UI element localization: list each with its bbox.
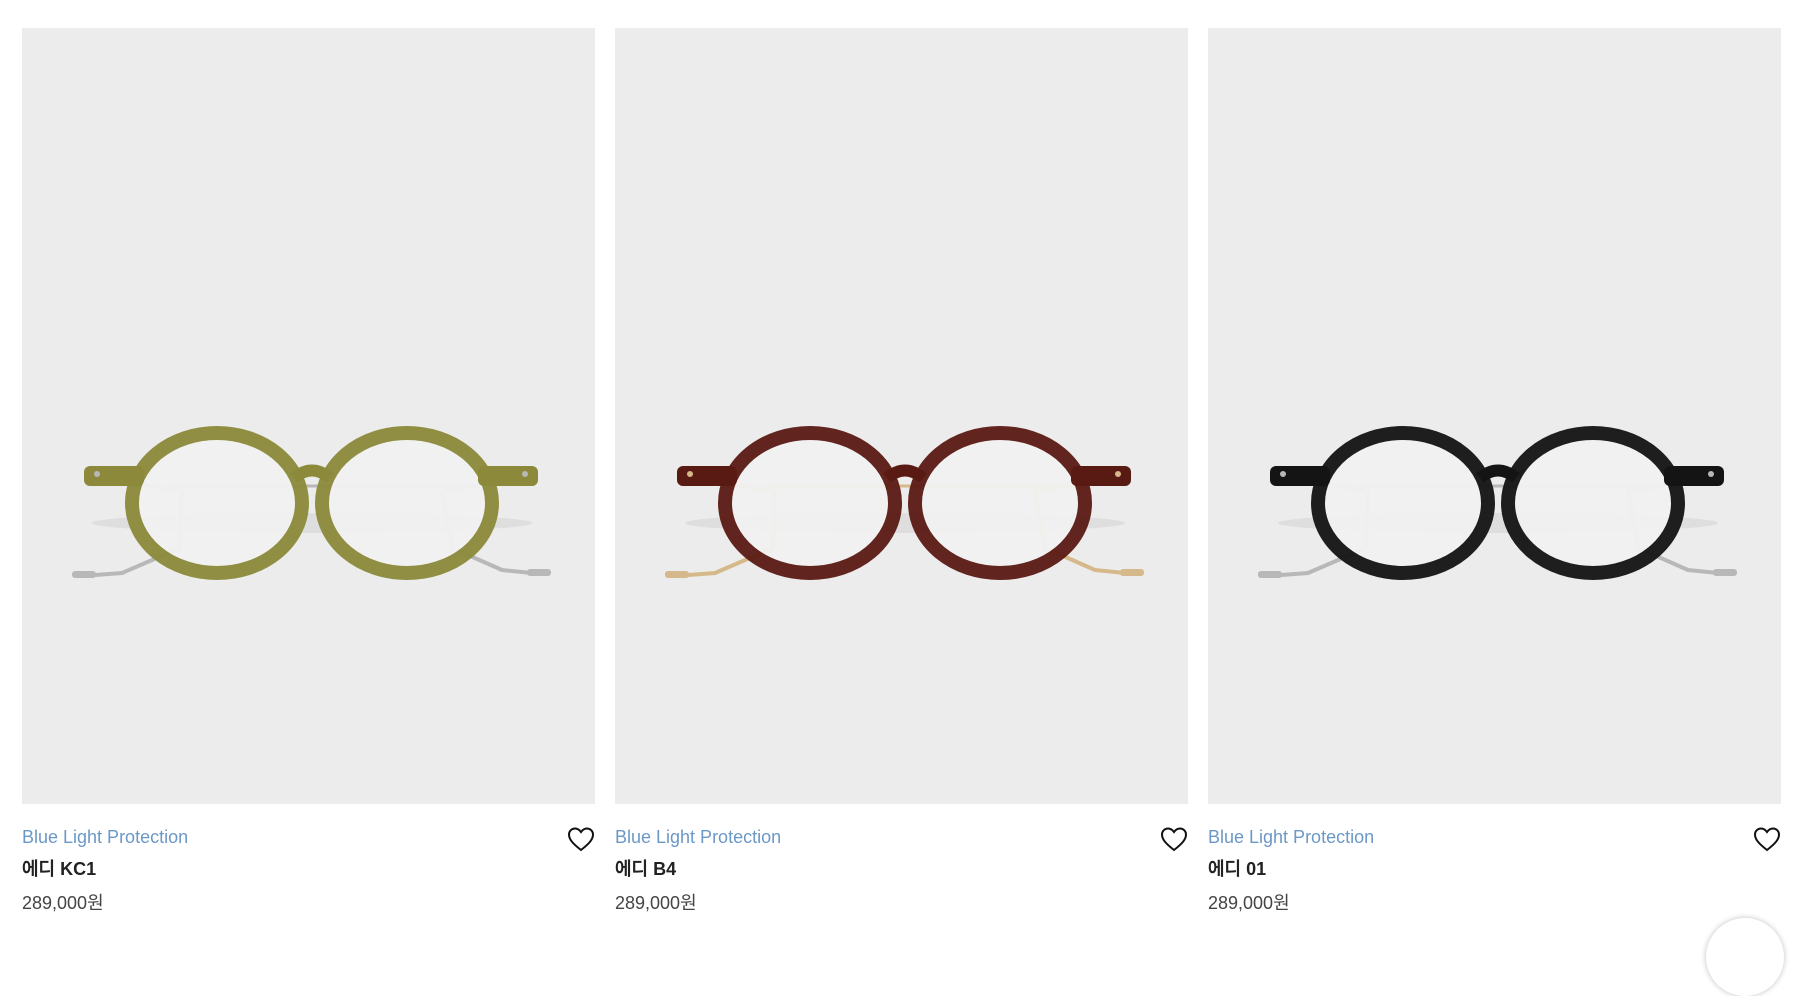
heart-icon[interactable]	[1160, 826, 1188, 852]
product-card[interactable]: Blue Light Protection 에디 B4 289,000원	[615, 28, 1188, 936]
product-name[interactable]: 에디 B4	[615, 858, 1188, 880]
product-card[interactable]: Blue Light Protection 에디 01 289,000원	[1208, 28, 1781, 936]
product-price: 289,000원	[1208, 893, 1290, 913]
eyeglasses-image-icon	[72, 426, 551, 580]
heart-icon[interactable]	[1753, 826, 1781, 852]
product-card[interactable]: Blue Light Protection 에디 KC1 289,000원	[22, 28, 595, 936]
product-info: Blue Light Protection 에디 01 289,000원	[1208, 804, 1781, 936]
heart-icon[interactable]	[567, 826, 595, 852]
product-price: 289,000원	[22, 893, 104, 913]
product-name[interactable]: 에디 KC1	[22, 858, 595, 880]
scroll-top-button[interactable]	[1706, 918, 1784, 996]
product-image[interactable]	[1208, 28, 1781, 804]
eyeglasses-image-icon	[1258, 426, 1737, 580]
product-image[interactable]	[22, 28, 595, 804]
product-tag: Blue Light Protection	[615, 827, 782, 847]
product-grid: Blue Light Protection 에디 KC1 289,000원 Bl…	[22, 28, 1781, 936]
product-info: Blue Light Protection 에디 KC1 289,000원	[22, 804, 595, 936]
product-tag: Blue Light Protection	[22, 827, 189, 847]
product-info: Blue Light Protection 에디 B4 289,000원	[615, 804, 1188, 936]
product-tag: Blue Light Protection	[1208, 827, 1375, 847]
product-price: 289,000원	[615, 893, 697, 913]
eyeglasses-image-icon	[665, 426, 1144, 580]
product-name[interactable]: 에디 01	[1208, 858, 1781, 880]
product-image[interactable]	[615, 28, 1188, 804]
